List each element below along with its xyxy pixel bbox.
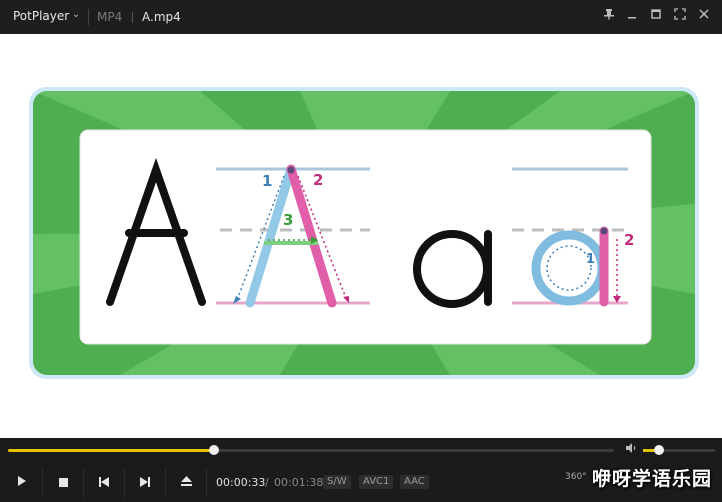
stroke-number-2: 2 xyxy=(313,171,323,189)
renderer-tag[interactable]: S/W xyxy=(323,475,351,489)
video-frame: 1 2 3 1 2 xyxy=(29,87,699,379)
stroke-number-2-lower: 2 xyxy=(624,231,634,249)
volume-slider[interactable] xyxy=(643,445,715,455)
title-bar[interactable]: PotPlayer ⌄ MP4 A.mp4 xyxy=(0,0,722,34)
next-button[interactable] xyxy=(125,468,166,498)
stroke-number-1: 1 xyxy=(262,172,272,190)
seek-bar[interactable] xyxy=(8,445,614,455)
pin-icon[interactable] xyxy=(600,7,618,25)
seek-handle[interactable] xyxy=(209,445,220,455)
watermark: 咿呀学语乐园 xyxy=(592,468,713,490)
time-separator: / xyxy=(265,476,269,489)
eject-button[interactable] xyxy=(166,468,207,498)
file-name-label: A.mp4 xyxy=(142,10,181,24)
volume-icon[interactable] xyxy=(625,442,637,457)
volume-handle[interactable] xyxy=(653,445,664,455)
video-codec-tag[interactable]: AVC1 xyxy=(359,475,394,489)
current-time: 00:00:33 xyxy=(216,476,266,489)
close-icon[interactable] xyxy=(695,7,713,25)
fullscreen-icon[interactable] xyxy=(671,7,689,25)
stroke-number-1-lower: 1 xyxy=(586,252,595,267)
seek-progress xyxy=(8,449,215,452)
audio-codec-tag[interactable]: AAC xyxy=(400,475,429,489)
potplayer-window: PotPlayer ⌄ MP4 A.mp4 1 2 3 1 2 00:00:33… xyxy=(0,0,722,502)
play-icon xyxy=(18,476,26,486)
total-time: 00:01:38 xyxy=(274,476,324,489)
divider xyxy=(132,12,133,23)
format-label: MP4 xyxy=(97,10,123,24)
divider xyxy=(88,9,89,25)
skip-forward-icon xyxy=(140,477,150,487)
maximize-icon[interactable] xyxy=(647,7,665,25)
stroke-number-3: 3 xyxy=(283,211,293,229)
stop-icon xyxy=(58,478,68,487)
chevron-down-icon[interactable]: ⌄ xyxy=(72,9,80,20)
minimize-icon[interactable] xyxy=(623,7,641,25)
skip-back-icon xyxy=(99,477,109,487)
video-area[interactable]: 1 2 3 1 2 xyxy=(0,34,722,438)
previous-button[interactable] xyxy=(84,468,125,498)
vr-360-button[interactable]: 360° xyxy=(565,472,587,482)
eject-icon xyxy=(180,476,192,486)
play-button[interactable] xyxy=(2,468,43,498)
app-menu-button[interactable]: PotPlayer xyxy=(13,9,69,23)
stop-button[interactable] xyxy=(43,468,84,498)
